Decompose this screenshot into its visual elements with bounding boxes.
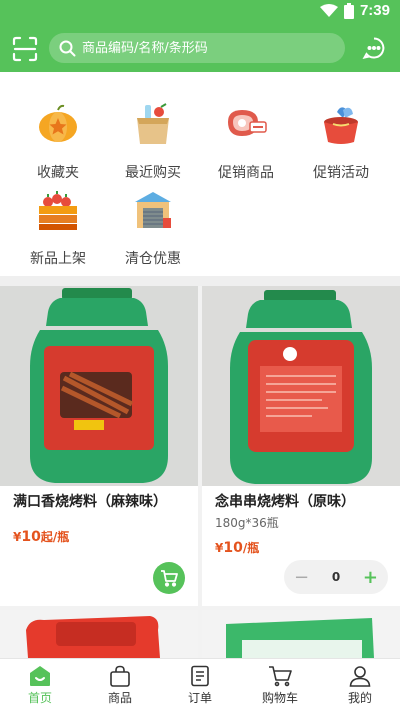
user-icon	[349, 666, 371, 687]
favorites-icon	[39, 104, 77, 142]
product-card[interactable]	[0, 610, 198, 658]
category-label: 新品上架	[30, 251, 86, 267]
search-box[interactable]	[49, 33, 345, 63]
clearance-icon	[135, 192, 171, 228]
tab-orders[interactable]: 订单	[160, 659, 240, 710]
category-new-arrivals[interactable]: 新品上架	[13, 188, 103, 268]
category-favorites[interactable]: 收藏夹	[13, 102, 103, 182]
scan-icon	[12, 36, 38, 62]
product-card[interactable]: 念串串烧烤料（原味） 180g*36瓶 ¥10/瓶 − 0 +	[202, 286, 400, 606]
wifi-icon	[319, 3, 338, 17]
chat-icon	[362, 37, 385, 59]
category-recent-purchase[interactable]: 最近购买	[108, 102, 198, 182]
search-icon	[59, 40, 76, 56]
status-bar: 7:39	[0, 0, 400, 24]
product-card[interactable]: 满口香烧烤料（麻辣味） ¥10起/瓶	[0, 286, 198, 606]
product-image	[0, 610, 198, 658]
quantity-value: 0	[331, 570, 341, 584]
home-icon	[30, 666, 50, 686]
product-grid: 满口香烧烤料（麻辣味） ¥10起/瓶 念串串烧烤料（原味） 180g*36瓶 ¥…	[0, 286, 400, 606]
message-button[interactable]	[362, 36, 386, 60]
top-bar	[0, 24, 400, 72]
scan-button[interactable]	[12, 36, 38, 62]
order-icon	[191, 665, 209, 687]
tab-label: 首页	[27, 691, 52, 705]
price-suffix: /瓶	[242, 541, 260, 555]
status-time: 7:39	[359, 2, 390, 19]
tab-goods[interactable]: 商品	[80, 659, 160, 710]
cart-icon	[161, 570, 178, 587]
product-image	[0, 286, 198, 486]
product-grid-next-row	[0, 606, 400, 658]
tab-label: 商品	[107, 691, 132, 705]
promo-goods-icon	[228, 110, 267, 136]
status-icons: 7:39	[319, 2, 390, 19]
category-clearance[interactable]: 清仓优惠	[108, 188, 198, 268]
category-label: 收藏夹	[37, 165, 79, 181]
product-card[interactable]	[202, 610, 400, 658]
recent-purchase-icon	[137, 103, 169, 144]
product-price: ¥10/瓶	[215, 537, 259, 556]
category-label: 促销活动	[313, 165, 369, 181]
category-label: 最近购买	[125, 165, 181, 181]
product-name: 念串串烧烤料（原味）	[215, 494, 355, 510]
category-promo-goods[interactable]: 促销商品	[201, 102, 291, 182]
tab-label: 订单	[187, 691, 212, 705]
category-label: 清仓优惠	[125, 251, 181, 267]
bag-icon	[110, 665, 130, 687]
category-promo-activity[interactable]: 促销活动	[296, 102, 386, 182]
decrease-button[interactable]: −	[294, 567, 309, 588]
add-to-cart-button[interactable]	[153, 562, 185, 594]
quantity-stepper: − 0 +	[284, 560, 388, 594]
product-name: 满口香烧烤料（麻辣味）	[13, 494, 167, 510]
search-input[interactable]	[82, 40, 312, 56]
new-arrivals-icon	[39, 191, 77, 230]
product-price: ¥10起/瓶	[13, 526, 69, 545]
bottom-tab-bar: 首页 商品 订单 购物车 我的	[0, 658, 400, 710]
price-value: 10	[223, 540, 243, 556]
tab-profile[interactable]: 我的	[320, 659, 400, 710]
section-divider	[0, 276, 400, 286]
tab-label: 购物车	[261, 691, 298, 705]
battery-icon	[343, 2, 354, 19]
tab-home[interactable]: 首页	[0, 659, 80, 710]
tab-label: 我的	[347, 691, 372, 705]
category-grid: 收藏夹 最近购买 促销商品 促销活动 新品上架 清仓优惠	[0, 72, 400, 276]
product-image	[202, 286, 400, 486]
price-suffix: 起/瓶	[40, 530, 70, 544]
cart-icon	[269, 666, 292, 687]
tab-cart[interactable]: 购物车	[240, 659, 320, 710]
product-image	[202, 610, 400, 658]
increase-button[interactable]: +	[363, 567, 378, 588]
promo-activity-icon	[324, 107, 358, 144]
category-label: 促销商品	[218, 165, 274, 181]
product-spec: 180g*36瓶	[215, 516, 279, 530]
price-value: 10	[21, 529, 41, 545]
